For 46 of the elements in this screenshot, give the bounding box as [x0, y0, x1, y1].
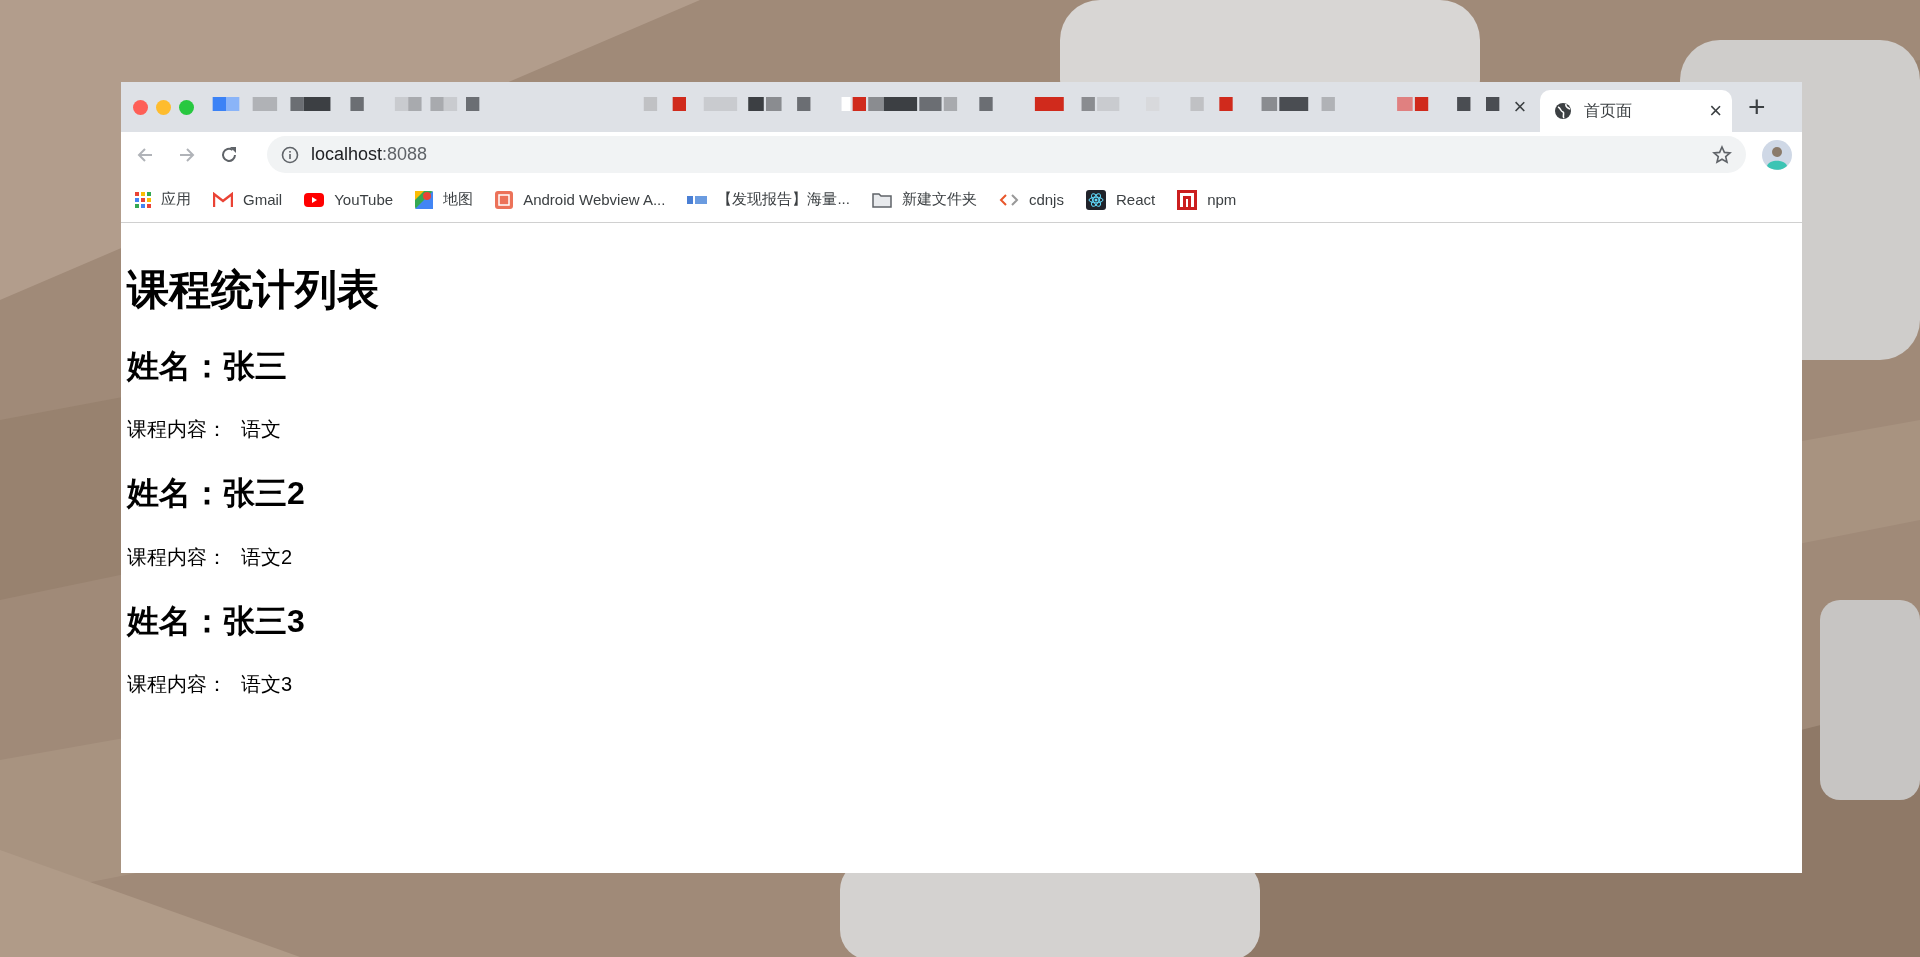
- course-value: 语文: [241, 418, 281, 441]
- envelope-icon: [213, 191, 233, 208]
- globe-icon: [1554, 102, 1572, 120]
- course-label: 课程内容：: [127, 672, 227, 695]
- close-window-button[interactable]: [133, 99, 148, 115]
- square-icon: [495, 190, 514, 209]
- bookmark-item[interactable]: React: [1085, 189, 1156, 210]
- student-name: 姓名：张三2: [127, 476, 306, 512]
- play-icon: [304, 192, 325, 207]
- bookmark-item[interactable]: 地图: [415, 190, 474, 209]
- bookmark-item[interactable]: cdnjs: [998, 191, 1064, 208]
- bookmark-item[interactable]: 新建文件夹: [871, 190, 977, 209]
- student-name: 姓名：张三3: [127, 603, 306, 639]
- minimize-window-button[interactable]: [156, 99, 171, 115]
- atom-icon: [1085, 189, 1106, 210]
- maximize-window-button[interactable]: [179, 99, 194, 115]
- url-port: :8088: [382, 144, 428, 164]
- code-icon: [998, 192, 1019, 207]
- reload-icon[interactable]: [219, 144, 239, 165]
- bookmark-item[interactable]: YouTube: [304, 191, 394, 208]
- map-pin-icon: [415, 190, 434, 209]
- url-host: localhost: [311, 144, 383, 164]
- apps-grid-icon: [135, 191, 151, 208]
- course-value: 语文2: [241, 545, 293, 568]
- address-field[interactable]: localhost:8088: [267, 136, 1746, 173]
- page-title: 课程统计列表: [127, 267, 380, 314]
- npm-icon: [1177, 189, 1198, 210]
- tab-close-button[interactable]: ×: [1709, 98, 1722, 124]
- bookmark-item[interactable]: Gmail: [213, 191, 283, 208]
- tab-title: 首页面: [1584, 100, 1632, 121]
- tab-close-button[interactable]: ×: [1508, 94, 1532, 120]
- bookmark-item[interactable]: 【发现报告】海量...: [687, 190, 850, 209]
- new-tab-button[interactable]: +: [1748, 92, 1766, 122]
- course-label: 课程内容：: [127, 418, 227, 441]
- bookmark-item[interactable]: Android Webview A...: [495, 190, 666, 209]
- student-name: 姓名：张三: [127, 349, 288, 385]
- bookmark-item[interactable]: 应用: [135, 190, 191, 209]
- bookmark-item[interactable]: npm: [1177, 189, 1237, 210]
- star-icon[interactable]: [1712, 144, 1732, 165]
- avatar-icon[interactable]: [1762, 139, 1792, 170]
- course-label: 课程内容：: [127, 545, 227, 568]
- report-icon: [687, 194, 708, 205]
- folder-icon: [871, 191, 892, 208]
- browser-tab[interactable]: 首页面 ×: [1540, 90, 1732, 132]
- info-icon: [281, 145, 299, 164]
- course-value: 语文3: [241, 672, 293, 695]
